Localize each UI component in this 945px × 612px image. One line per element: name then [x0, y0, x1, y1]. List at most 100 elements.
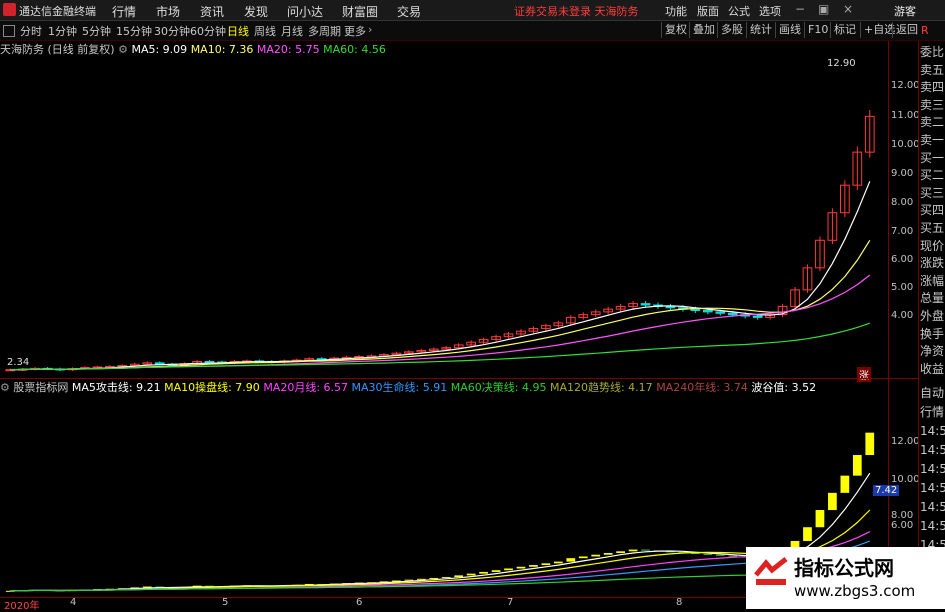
more-chevron-icon[interactable]: ›: [368, 23, 372, 36]
menu-jiaoyi[interactable]: 交易: [397, 3, 421, 20]
ind-ma120: MA120趋势线: 4.17: [549, 381, 653, 394]
period-5min[interactable]: 5分钟: [82, 23, 111, 39]
price-candle-51: [640, 303, 651, 306]
x-label-7: 7: [507, 597, 514, 608]
menu-wenxiaoda[interactable]: 问小达: [287, 3, 323, 20]
tick-label-5: 14:50: [920, 481, 945, 495]
period-monthly[interactable]: 月线: [281, 23, 303, 39]
btn-huaxian[interactable]: 画线: [775, 22, 804, 38]
guest-user[interactable]: 游客: [894, 3, 916, 19]
ind-bar-51: [641, 549, 650, 551]
btn-f10[interactable]: F10: [804, 22, 831, 38]
ma60-label: MA60: 4.56: [323, 43, 386, 56]
indicator-name: 股票指标网: [13, 381, 69, 394]
quote-label-10: 买五: [920, 220, 945, 235]
price-tick-9: 9.00: [891, 168, 914, 179]
period-daily[interactable]: 日线: [227, 23, 249, 39]
price-tick-7: 7.00: [891, 226, 914, 237]
btn-biaoji[interactable]: 标记: [830, 22, 859, 38]
ind-ma30: MA30生命线: 5.91: [351, 381, 448, 394]
menu-shichang[interactable]: 市场: [156, 3, 180, 20]
price-ma10-line: [10, 239, 871, 371]
x-label-6: 6: [356, 597, 363, 608]
price-chart[interactable]: [0, 56, 888, 378]
quote-label-1: 卖五: [920, 62, 945, 77]
period-30min[interactable]: 30分钟: [154, 23, 190, 39]
ind-bar-33: [416, 578, 426, 580]
period-fenshi[interactable]: 分时: [20, 23, 42, 39]
settings-gear-icon[interactable]: ⚙: [118, 43, 128, 56]
menu-gongneng[interactable]: 功能: [665, 3, 687, 19]
watermark-logo: [754, 557, 788, 585]
quote-label-2: 卖四: [920, 80, 945, 95]
ind-bar-48: [603, 553, 613, 555]
ind-bar-67: [840, 475, 850, 493]
quote-label-15: 外盘: [920, 308, 945, 323]
quote-label-14: 总量: [920, 291, 945, 306]
btn-tongji[interactable]: 统计: [746, 22, 775, 38]
tick-label-7: 14:50: [920, 519, 945, 533]
period-multi[interactable]: 多周期: [308, 23, 341, 39]
tick-label-1: 行情: [920, 405, 945, 419]
ind-ma20: MA20月线: 6.57: [263, 381, 349, 394]
price-candle-57: [715, 311, 726, 314]
ind-bar-37: [466, 573, 476, 576]
price-axis-divider: [888, 41, 889, 380]
ind-bar-58: [728, 555, 738, 557]
toolbar-grid-icon[interactable]: [3, 25, 15, 37]
menu-banmian[interactable]: 版面: [697, 3, 719, 19]
quote-label-11: 现价: [920, 238, 945, 253]
menu-hangqing[interactable]: 行情: [112, 3, 136, 20]
ind-bar-46: [578, 556, 588, 559]
ind-bar-40: [504, 568, 513, 571]
close-icon[interactable]: ×: [843, 2, 853, 16]
price-candle-60: [752, 315, 763, 318]
period-1min[interactable]: 1分钟: [48, 23, 77, 39]
menu-zixun[interactable]: 资讯: [200, 3, 224, 20]
ind-bar-68: [852, 455, 862, 476]
price-candle-55: [690, 308, 701, 312]
price-tick-4: 4.00: [891, 310, 914, 321]
ma10-label: MA10: 7.36: [190, 43, 254, 56]
ind-bar-64: [803, 527, 812, 541]
ind-bar-49: [616, 551, 625, 554]
menu-caifuquan[interactable]: 财富圈: [342, 3, 378, 20]
restore-icon[interactable]: ▣: [818, 2, 829, 16]
menu-gongshi[interactable]: 公式: [728, 3, 750, 19]
period-15min[interactable]: 15分钟: [116, 23, 152, 39]
ind-bar-66: [828, 492, 837, 511]
tick-label-0: 自动: [920, 386, 945, 400]
stock-name: 天海防务: [0, 43, 44, 56]
ind-bar-35: [441, 577, 451, 579]
app-logo-icon: [3, 3, 16, 16]
quote-label-9: 买四: [920, 203, 945, 218]
ind-bar-43: [541, 563, 551, 566]
price-tick-10: 10.00: [891, 139, 920, 150]
btn-back[interactable]: 返回: [892, 22, 921, 38]
btn-fuquan[interactable]: 复权: [661, 22, 690, 38]
ind-ma10: MA10操盘线: 7.90: [164, 381, 260, 394]
indicator-gear-icon[interactable]: ⚙: [0, 381, 10, 394]
period-60min[interactable]: 60分钟: [190, 23, 226, 39]
ma20-label: MA20: 5.75: [256, 43, 320, 56]
btn-diejia[interactable]: 叠加: [689, 22, 718, 38]
ind-bar-34: [429, 577, 439, 579]
quote-panel[interactable]: 委比 卖五 卖四 卖三 卖二 卖一 买一 买二 买三 买四 买五 现价 涨跌 涨幅 总量 外盘 换手 净资 收益: [920, 44, 945, 378]
right-panel-divider: [918, 41, 919, 609]
period-more[interactable]: 更多: [344, 23, 366, 39]
ind-tick-12: 12.00: [891, 436, 920, 447]
price-candle-53: [665, 305, 676, 309]
price-candle-58: [727, 312, 738, 316]
btn-duogu[interactable]: 多股: [717, 22, 746, 38]
menu-xuanxiang[interactable]: 选项: [759, 3, 781, 19]
price-high-label: 12.90: [827, 58, 856, 69]
tick-panel[interactable]: 自动行情14:5014:5014:5014:5014:5014:5014:501…: [920, 384, 945, 574]
ind-tick-6: 6.00: [891, 520, 914, 531]
chart-mode: (日线 前复权): [47, 43, 115, 56]
period-weekly[interactable]: 周线: [254, 23, 276, 39]
ind-bar-45: [566, 558, 576, 562]
right-panel-toggle-icon[interactable]: R: [921, 24, 929, 37]
minimize-icon[interactable]: −: [795, 2, 805, 16]
menu-faxian[interactable]: 发现: [244, 3, 268, 20]
ind-bar-50: [628, 549, 638, 552]
